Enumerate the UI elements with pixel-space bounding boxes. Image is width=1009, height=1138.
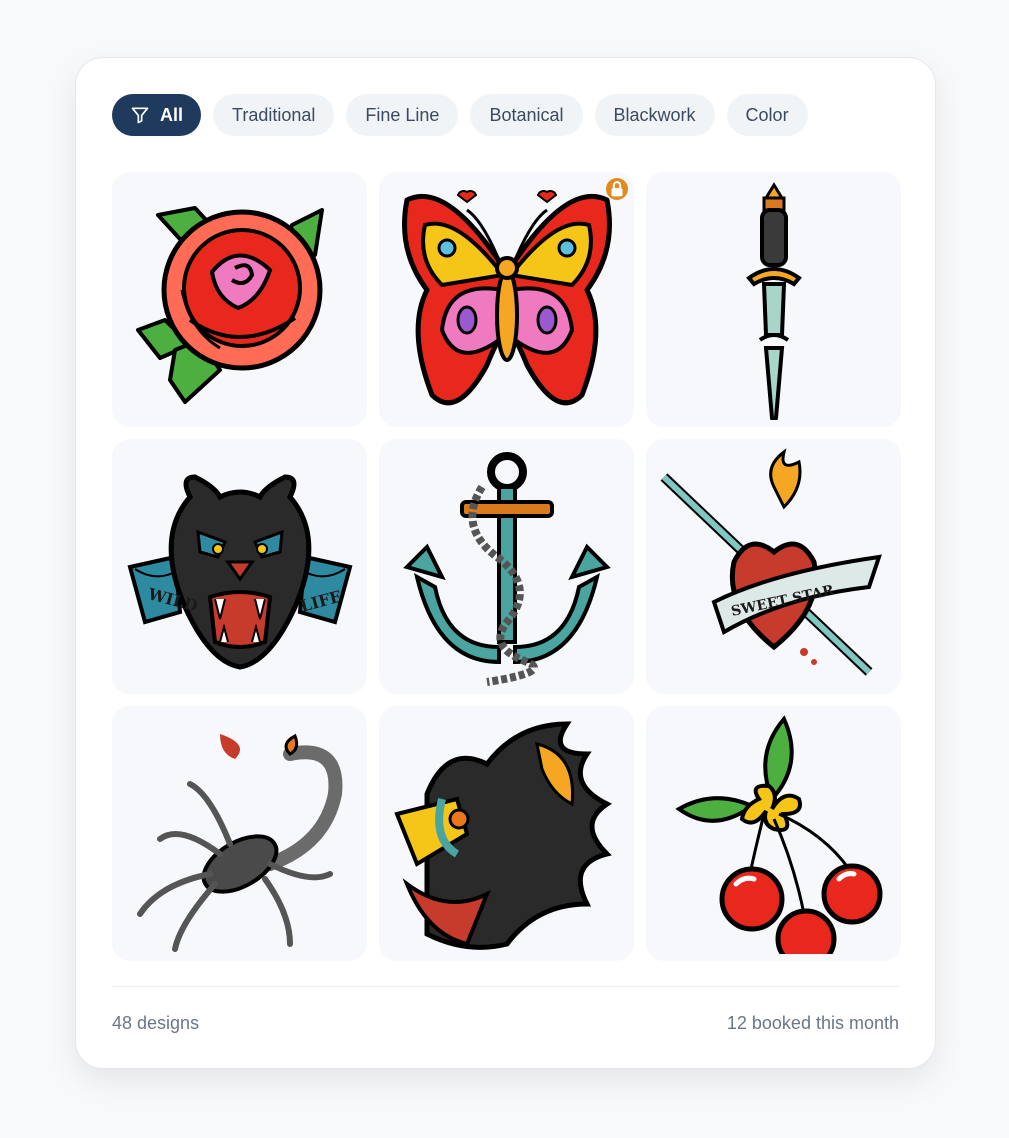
design-grid: WILD LIFE SWEET STAR (112, 172, 901, 961)
design-count: 48 designs (112, 1013, 200, 1033)
anchor-icon (402, 451, 611, 686)
design-tile-dagger[interactable] (646, 172, 901, 427)
sacred-heart-icon: SWEET STAR (660, 447, 882, 676)
gallery-card: All Traditional Fine Line Botanical Blac… (75, 57, 936, 1069)
wolf-icon (393, 720, 612, 950)
design-tile-panther[interactable]: WILD LIFE (112, 439, 367, 694)
butterfly-icon (401, 189, 612, 405)
design-tile-scorpion[interactable] (112, 706, 367, 961)
filter-chip-all[interactable]: All (112, 94, 202, 136)
filter-icon (130, 105, 150, 125)
footer-divider (112, 986, 899, 987)
filter-chip-label: Color (745, 104, 789, 125)
filter-chip-label: Blackwork (613, 104, 696, 125)
cherries-icon (674, 714, 882, 954)
filter-chip-label: All (160, 104, 184, 125)
design-tile-rose[interactable] (112, 172, 367, 427)
design-tile-cherries[interactable] (646, 706, 901, 961)
scorpion-icon (136, 733, 342, 952)
booked-count: 12 booked this month (726, 1013, 899, 1033)
design-tile-heart[interactable]: SWEET STAR (646, 439, 901, 694)
panther-icon: WILD LIFE (127, 473, 352, 670)
dagger-icon (745, 181, 802, 420)
filter-chip-traditional[interactable]: Traditional (213, 94, 335, 136)
filter-chip-fine-line[interactable]: Fine Line (346, 94, 459, 136)
design-tile-wolf[interactable] (379, 706, 634, 961)
filter-chip-label: Traditional (232, 104, 316, 125)
filter-chip-label: Fine Line (365, 104, 440, 125)
design-tile-butterfly[interactable] (379, 172, 634, 427)
lock-icon (606, 178, 628, 200)
rose-icon (135, 205, 324, 404)
filter-chip-color[interactable]: Color (726, 94, 808, 136)
design-tile-anchor[interactable] (379, 439, 634, 694)
filter-bar: All Traditional Fine Line Botanical Blac… (112, 94, 808, 136)
filter-chip-botanical[interactable]: Botanical (470, 94, 583, 136)
filter-chip-label: Botanical (489, 104, 564, 125)
filter-chip-blackwork[interactable]: Blackwork (594, 94, 715, 136)
